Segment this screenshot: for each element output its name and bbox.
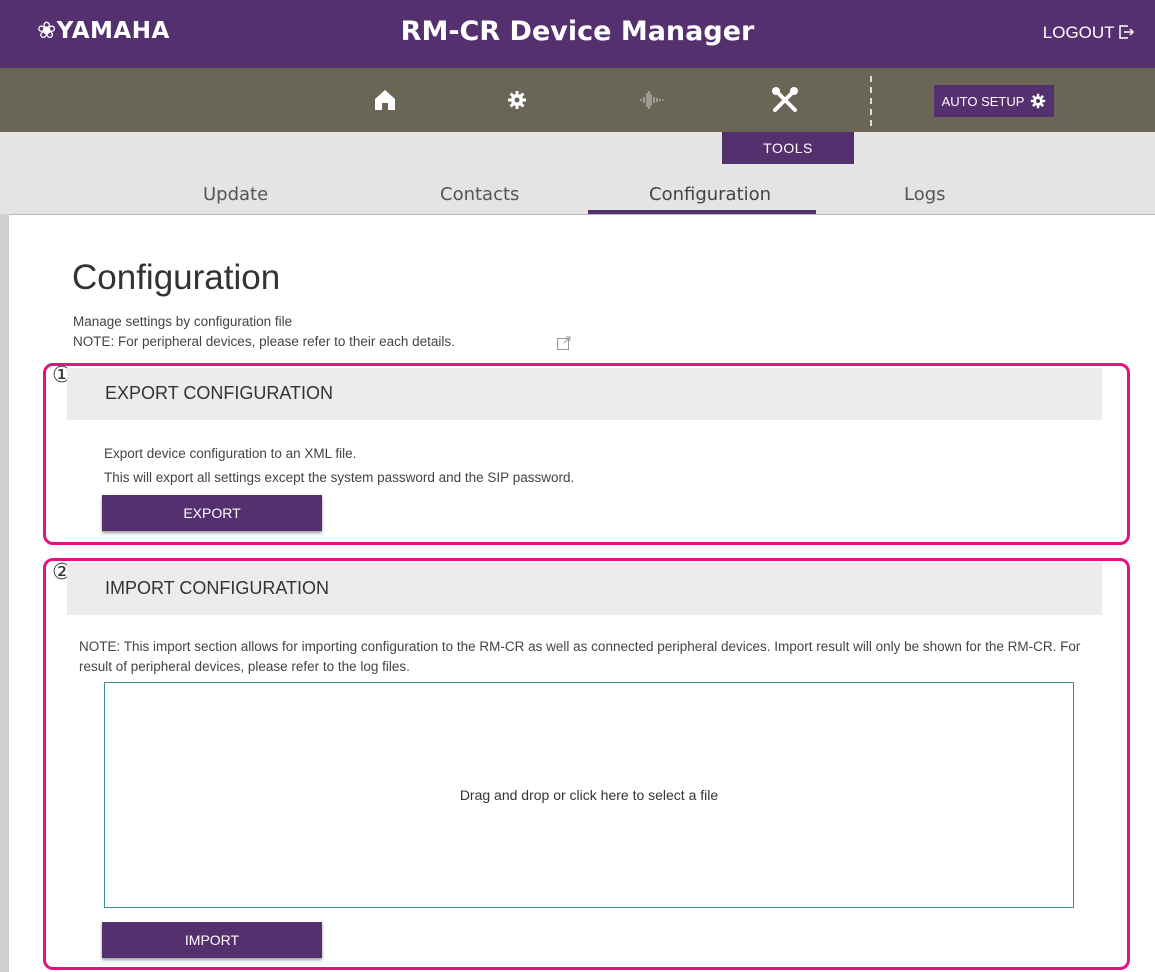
import-note: NOTE: This import section allows for imp… — [79, 639, 1081, 674]
app-title: RM-CR Device Manager — [400, 16, 755, 47]
sub-tab-bar: TOOLS Update Contacts Configuration Logs — [0, 132, 1155, 215]
tab-update[interactable]: Update — [203, 184, 268, 205]
page-description: Manage settings by configuration file — [73, 314, 293, 329]
import-button[interactable]: IMPORT — [102, 922, 322, 958]
file-dropzone[interactable]: Drag and drop or click here to select a … — [104, 682, 1074, 908]
logout-label: LOGOUT — [1042, 23, 1115, 42]
top-bar: ❀YAMAHA RM-CR Device Manager LOGOUT — [0, 0, 1155, 68]
nav-divider — [870, 76, 872, 126]
main-nav: AUTO SETUP — [0, 68, 1155, 132]
external-link-icon[interactable] — [556, 335, 572, 356]
export-description-1: Export device configuration to an XML fi… — [104, 446, 357, 461]
gear-icon[interactable] — [497, 82, 537, 118]
tools-icon[interactable] — [765, 82, 805, 118]
logout-button[interactable]: LOGOUT — [1043, 23, 1135, 43]
tab-configuration[interactable]: Configuration — [649, 184, 771, 205]
tab-logs[interactable]: Logs — [904, 184, 946, 205]
import-section-header: IMPORT CONFIGURATION — [67, 563, 1102, 615]
page-title: Configuration — [72, 258, 281, 297]
gear-icon — [1031, 93, 1046, 109]
tools-section-label: TOOLS — [722, 132, 854, 164]
auto-setup-button[interactable]: AUTO SETUP — [934, 85, 1054, 117]
dropzone-label: Drag and drop or click here to select a … — [459, 787, 719, 803]
export-button[interactable]: EXPORT — [102, 495, 322, 531]
export-description-2: This will export all settings except the… — [104, 470, 575, 485]
logout-icon — [1119, 25, 1135, 39]
home-icon[interactable] — [365, 82, 405, 118]
export-section-title: EXPORT CONFIGURATION — [105, 383, 334, 403]
import-section-title: IMPORT CONFIGURATION — [105, 578, 330, 598]
auto-setup-label: AUTO SETUP — [941, 93, 1025, 109]
left-edge-bar — [0, 214, 9, 972]
active-tab-indicator — [588, 210, 816, 214]
export-section-header: EXPORT CONFIGURATION — [67, 368, 1102, 420]
tab-contacts[interactable]: Contacts — [440, 184, 519, 205]
audio-wave-icon[interactable] — [632, 82, 672, 118]
page-note: NOTE: For peripheral devices, please ref… — [73, 334, 455, 349]
